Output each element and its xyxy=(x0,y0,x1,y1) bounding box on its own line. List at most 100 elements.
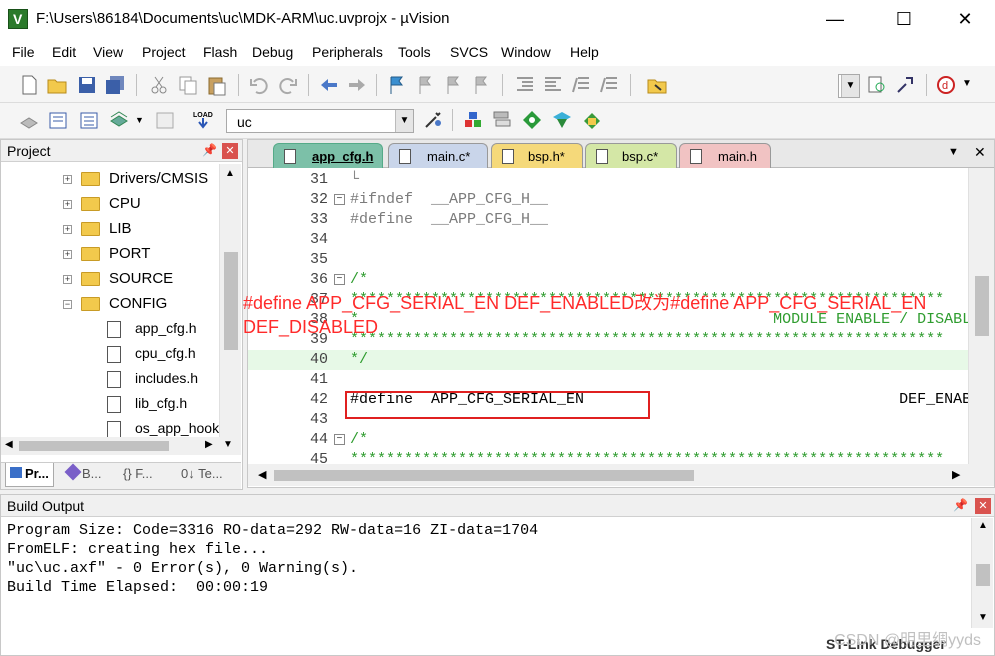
uncomment-icon[interactable] xyxy=(598,74,620,96)
next-bookmark-icon[interactable] xyxy=(442,74,464,96)
unindent-icon[interactable] xyxy=(542,74,564,96)
batch-build-icon[interactable] xyxy=(108,109,130,131)
tree-item-config[interactable]: − CONFIG xyxy=(63,294,223,316)
close-panel-icon[interactable]: ✕ xyxy=(222,143,238,159)
tab-app-cfg-h[interactable]: app_cfg.h xyxy=(273,143,383,168)
indent-icon[interactable] xyxy=(514,74,536,96)
scroll-thumb[interactable] xyxy=(976,564,990,586)
scroll-thumb[interactable] xyxy=(975,276,989,336)
manage-project-items-icon[interactable] xyxy=(462,109,484,131)
target-options-icon[interactable] xyxy=(422,109,444,131)
rebuild-icon[interactable] xyxy=(78,109,100,131)
maximize-button[interactable]: ☐ xyxy=(881,0,927,40)
pin-icon[interactable]: 📌 xyxy=(202,143,217,157)
minimize-button[interactable]: — xyxy=(812,0,858,40)
menu-debug[interactable]: Debug xyxy=(252,44,293,60)
scroll-right-icon[interactable]: ▶ xyxy=(205,439,213,450)
tree-item-lib-cfg-h[interactable]: lib_cfg.h xyxy=(107,394,227,416)
tree-item-drivers-cmsis[interactable]: + Drivers/CMSIS xyxy=(63,169,223,191)
comment-icon[interactable] xyxy=(570,74,592,96)
tab-functions[interactable]: {} F... xyxy=(119,463,157,487)
menu-flash[interactable]: Flash xyxy=(203,44,237,60)
select-packs-icon[interactable] xyxy=(491,109,513,131)
collapse-icon[interactable]: − xyxy=(63,300,72,309)
new-file-icon[interactable] xyxy=(18,74,40,96)
incremental-find-icon[interactable] xyxy=(894,74,916,96)
tab-books[interactable]: B... xyxy=(63,463,106,487)
project-vscrollbar[interactable]: ▲ xyxy=(219,164,241,448)
cut-icon[interactable] xyxy=(148,74,170,96)
code-view[interactable]: 31 └ 32− #ifndef __APP_CFG_H__ 33 #define _… xyxy=(248,168,968,464)
fold-toggle-icon[interactable]: − xyxy=(334,434,345,445)
debug-dropdown-chevron-icon[interactable]: ▼ xyxy=(962,78,972,89)
find-icon[interactable] xyxy=(866,74,888,96)
close-tab-icon[interactable]: ✕ xyxy=(974,144,986,161)
open-folder-icon[interactable] xyxy=(46,74,68,96)
menu-edit[interactable]: Edit xyxy=(52,44,76,60)
load-download-icon[interactable]: LOAD xyxy=(192,109,214,131)
run-time-environment-icon[interactable] xyxy=(551,109,573,131)
scroll-down-icon[interactable]: ▼ xyxy=(978,612,988,623)
tab-templates[interactable]: 0↓ Te... xyxy=(177,463,227,487)
scroll-down-icon[interactable]: ▼ xyxy=(223,439,233,450)
menu-peripherals[interactable]: Peripherals xyxy=(312,44,383,60)
tree-item-lib[interactable]: + LIB xyxy=(63,219,223,241)
expand-icon[interactable]: + xyxy=(63,200,72,209)
find-combo[interactable]: ▼ xyxy=(838,74,860,98)
tab-main-h[interactable]: main.h xyxy=(679,143,771,168)
bookmark-icon[interactable] xyxy=(386,74,408,96)
tab-project[interactable]: Pr... xyxy=(5,463,54,487)
menu-window[interactable]: Window xyxy=(501,44,551,60)
undo-icon[interactable] xyxy=(248,74,270,96)
nav-back-icon[interactable] xyxy=(318,74,340,96)
fold-toggle-icon[interactable]: − xyxy=(334,274,345,285)
tab-list-chevron-icon[interactable]: ▼ xyxy=(948,146,959,158)
batch-dropdown-chevron-icon[interactable]: ▼ xyxy=(135,115,144,125)
scroll-thumb[interactable] xyxy=(19,441,169,451)
save-icon[interactable] xyxy=(76,74,98,96)
tree-item-cpu-cfg-h[interactable]: cpu_cfg.h xyxy=(107,344,227,366)
project-hscrollbar[interactable]: ◀ ▶ ▼ xyxy=(1,437,241,455)
editor-hscrollbar[interactable]: ◀ ▶ xyxy=(248,464,994,486)
expand-icon[interactable]: + xyxy=(63,225,72,234)
redo-icon[interactable] xyxy=(277,74,299,96)
fold-toggle-icon[interactable]: − xyxy=(334,194,345,205)
menu-file[interactable]: File xyxy=(12,44,35,60)
translate-icon[interactable] xyxy=(18,109,40,131)
expand-icon[interactable]: + xyxy=(63,250,72,259)
scroll-left-icon[interactable]: ◀ xyxy=(5,439,13,450)
menu-tools[interactable]: Tools xyxy=(398,44,431,60)
editor-vscrollbar[interactable] xyxy=(968,168,994,464)
menu-svcs[interactable]: SVCS xyxy=(450,44,488,60)
pin-icon[interactable]: 📌 xyxy=(953,498,968,512)
scroll-thumb[interactable] xyxy=(224,252,238,350)
tab-bsp-c[interactable]: bsp.c* xyxy=(585,143,677,168)
stop-build-icon[interactable] xyxy=(154,109,176,131)
tree-item-includes-h[interactable]: includes.h xyxy=(107,369,227,391)
tree-item-port[interactable]: + PORT xyxy=(63,244,223,266)
scroll-up-icon[interactable]: ▲ xyxy=(225,168,235,179)
expand-icon[interactable]: + xyxy=(63,175,72,184)
scroll-up-icon[interactable]: ▲ xyxy=(978,520,988,531)
save-all-icon[interactable] xyxy=(104,74,126,96)
scroll-right-icon[interactable]: ▶ xyxy=(952,468,960,481)
chevron-down-icon[interactable]: ▼ xyxy=(395,110,413,132)
find-in-files-icon[interactable] xyxy=(646,74,668,96)
tree-item-source[interactable]: + SOURCE xyxy=(63,269,223,291)
pack-installer-icon[interactable] xyxy=(521,109,543,131)
tab-main-c[interactable]: main.c* xyxy=(388,143,488,168)
scroll-thumb[interactable] xyxy=(274,470,694,481)
tab-bsp-h[interactable]: bsp.h* xyxy=(491,143,583,168)
scroll-left-icon[interactable]: ◀ xyxy=(258,468,266,481)
menu-help[interactable]: Help xyxy=(570,44,599,60)
build-output-vscrollbar[interactable]: ▲ ▼ xyxy=(971,518,993,628)
prev-bookmark-icon[interactable] xyxy=(414,74,436,96)
tree-item-app-cfg-h[interactable]: app_cfg.h xyxy=(107,319,227,341)
debug-session-icon[interactable]: d xyxy=(936,74,958,96)
menu-view[interactable]: View xyxy=(93,44,123,60)
chevron-down-icon[interactable]: ▼ xyxy=(841,75,859,97)
paste-icon[interactable] xyxy=(206,74,228,96)
build-icon[interactable] xyxy=(47,109,69,131)
clear-bookmarks-icon[interactable] xyxy=(470,74,492,96)
close-panel-icon[interactable]: ✕ xyxy=(975,498,991,514)
